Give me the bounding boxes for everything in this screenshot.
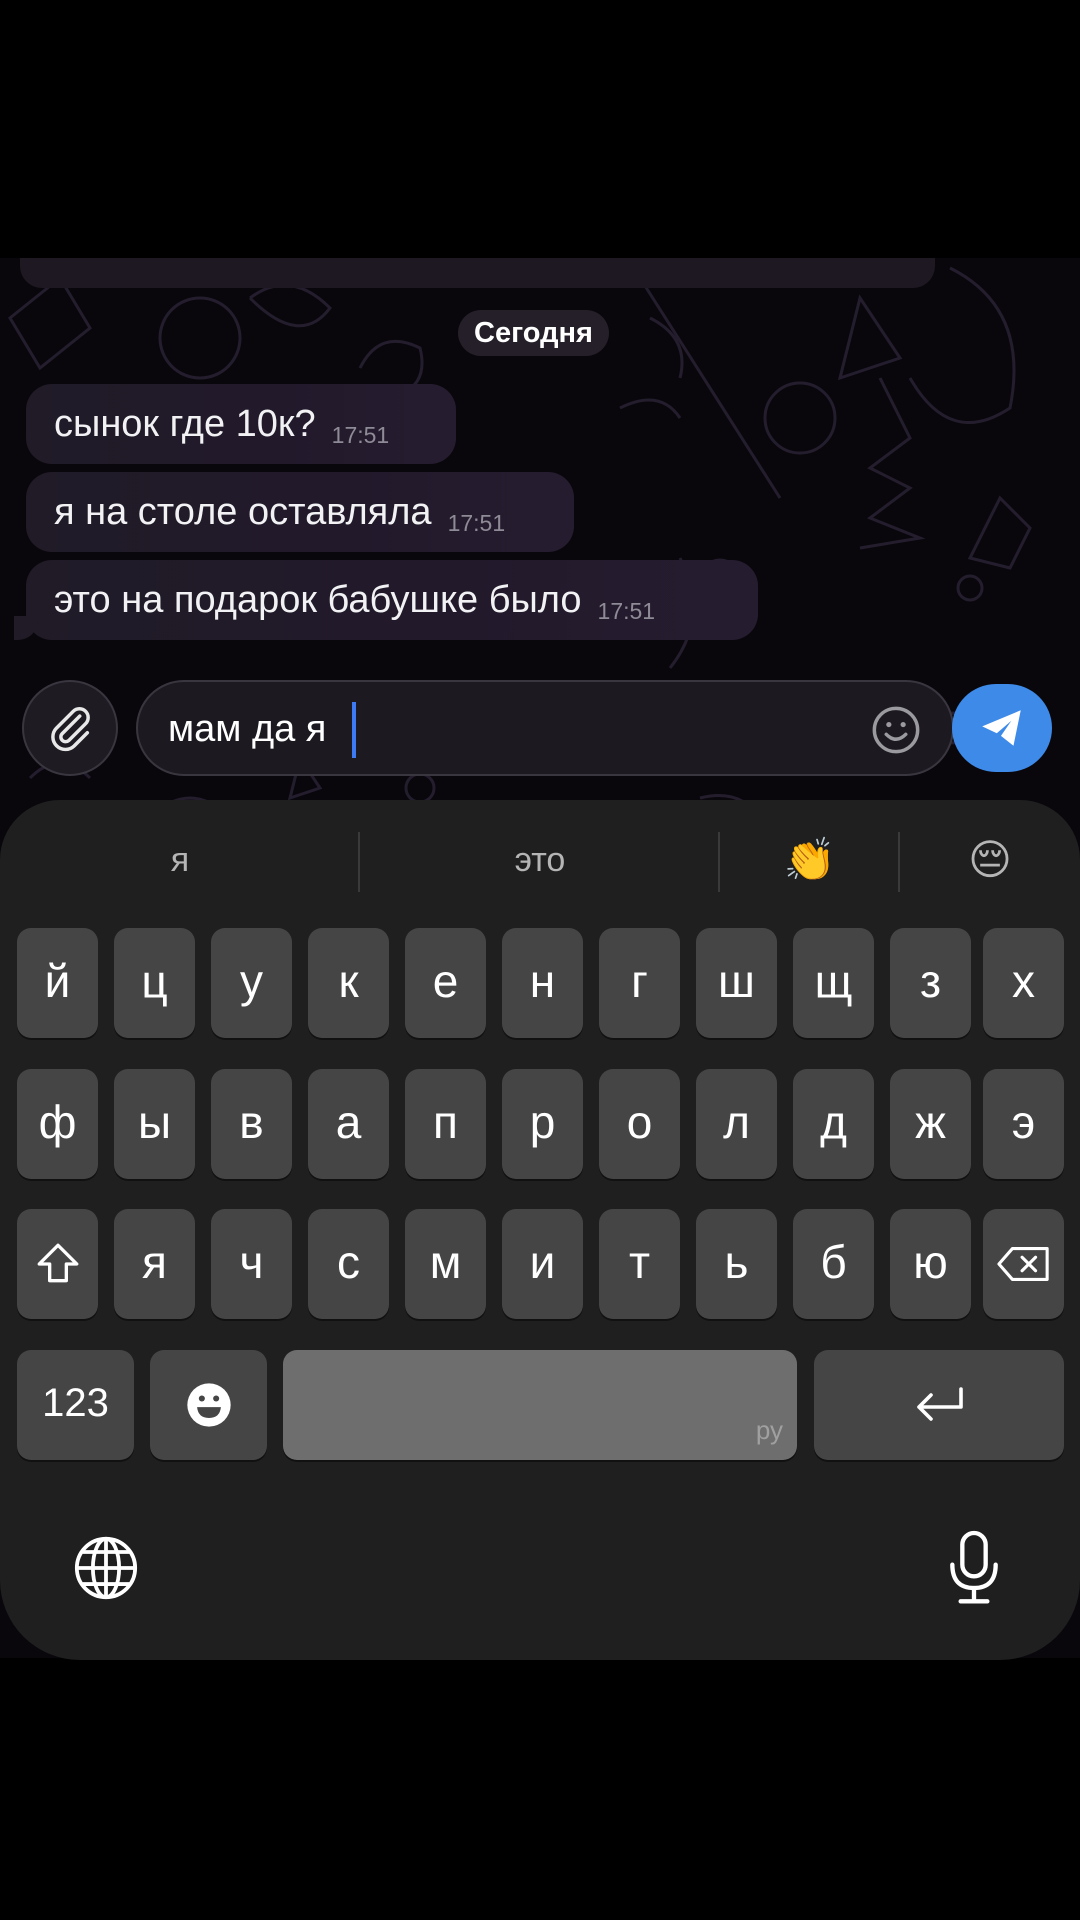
- message-time: 17:51: [331, 421, 390, 448]
- message-text: это на подарок бабушке было: [54, 578, 582, 621]
- emoji-keyboard-icon: [186, 1383, 231, 1427]
- suggestion-item[interactable]: я: [40, 830, 320, 890]
- suggestion-item[interactable]: это: [400, 830, 680, 890]
- key[interactable]: г: [599, 928, 680, 1038]
- key[interactable]: з: [890, 928, 971, 1038]
- paper-plane-icon: [982, 710, 1021, 746]
- message-bubble[interactable]: сынок где 10к? 17:51: [26, 384, 456, 464]
- space-key[interactable]: ру: [283, 1350, 797, 1460]
- attach-button[interactable]: [22, 680, 118, 776]
- key[interactable]: ш: [696, 928, 777, 1038]
- key[interactable]: к: [308, 928, 389, 1038]
- key[interactable]: я: [114, 1209, 195, 1319]
- numbers-key[interactable]: 123: [17, 1350, 134, 1460]
- message-text: я на столе оставляла: [54, 490, 432, 533]
- backspace-key[interactable]: [983, 1209, 1064, 1319]
- suggestion-bar: я это 👏 😔: [0, 800, 1080, 920]
- key[interactable]: с: [308, 1209, 389, 1319]
- backspace-icon: [996, 1247, 1049, 1281]
- text-caret: [352, 702, 356, 758]
- key[interactable]: э: [983, 1069, 1064, 1179]
- shift-key[interactable]: [17, 1209, 98, 1319]
- key[interactable]: ц: [114, 928, 195, 1038]
- shift-icon: [37, 1243, 78, 1283]
- key[interactable]: и: [502, 1209, 583, 1319]
- emoji-key[interactable]: [150, 1350, 267, 1460]
- key[interactable]: й: [17, 928, 98, 1038]
- key[interactable]: н: [502, 928, 583, 1038]
- key[interactable]: в: [211, 1069, 292, 1179]
- key[interactable]: ф: [17, 1069, 98, 1179]
- key[interactable]: б: [793, 1209, 874, 1319]
- globe-button[interactable]: [66, 1528, 146, 1608]
- smiley-icon[interactable]: [870, 704, 922, 756]
- key[interactable]: ы: [114, 1069, 195, 1179]
- message-input-text: мам да я: [168, 708, 327, 750]
- message-text: сынок где 10к?: [54, 402, 316, 445]
- dictation-button[interactable]: [934, 1524, 1014, 1612]
- return-icon: [917, 1387, 963, 1421]
- key[interactable]: р: [502, 1069, 583, 1179]
- message-input[interactable]: мам да я: [136, 680, 954, 776]
- message-time: 17:51: [447, 509, 506, 536]
- return-key[interactable]: [814, 1350, 1064, 1460]
- key[interactable]: ь: [696, 1209, 777, 1319]
- suggestion-divider: [358, 832, 360, 892]
- key[interactable]: т: [599, 1209, 680, 1319]
- suggestion-emoji[interactable]: 😔: [920, 830, 1060, 890]
- key[interactable]: м: [405, 1209, 486, 1319]
- key[interactable]: л: [696, 1069, 777, 1179]
- suggestion-divider: [898, 832, 900, 892]
- key[interactable]: ю: [890, 1209, 971, 1319]
- suggestion-emoji[interactable]: 👏: [740, 830, 880, 890]
- key[interactable]: щ: [793, 928, 874, 1038]
- message-bubble[interactable]: это на подарок бабушке было 17:51: [26, 560, 758, 640]
- globe-icon: [74, 1536, 138, 1600]
- key[interactable]: ж: [890, 1069, 971, 1179]
- paperclip-icon: [51, 707, 90, 752]
- key[interactable]: у: [211, 928, 292, 1038]
- message-bubble[interactable]: я на столе оставляла 17:51: [26, 472, 574, 552]
- previous-message-bubble: [20, 258, 935, 288]
- key[interactable]: ч: [211, 1209, 292, 1319]
- suggestion-divider: [718, 832, 720, 892]
- send-button[interactable]: [952, 684, 1052, 772]
- message-time: 17:51: [597, 597, 656, 624]
- date-separator: Сегодня: [458, 310, 609, 356]
- key[interactable]: а: [308, 1069, 389, 1179]
- key[interactable]: п: [405, 1069, 486, 1179]
- key[interactable]: е: [405, 928, 486, 1038]
- microphone-icon: [950, 1530, 998, 1604]
- space-language-label: ру: [755, 1415, 783, 1445]
- key[interactable]: о: [599, 1069, 680, 1179]
- key[interactable]: д: [793, 1069, 874, 1179]
- keyboard: я это 👏 😔 й ц у к е н г ш щ з х ф ы в а …: [0, 800, 1080, 1660]
- key[interactable]: х: [983, 928, 1064, 1038]
